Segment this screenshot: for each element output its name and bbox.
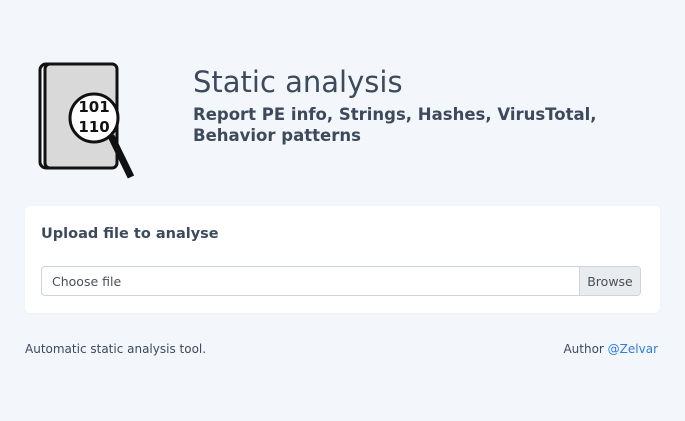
file-input[interactable]: Choose file Browse xyxy=(41,266,641,296)
upload-title: Upload file to analyse xyxy=(41,226,219,242)
page-subtitle: Report PE info, Strings, Hashes, VirusTo… xyxy=(193,105,597,145)
logo-text-line1: 101 xyxy=(78,98,109,116)
author-link[interactable]: @Zelvar xyxy=(608,342,658,356)
page-title: Static analysis xyxy=(193,65,403,99)
logo-text-line2: 110 xyxy=(78,118,109,136)
author-label: Author xyxy=(563,342,604,356)
upload-card: Upload file to analyse Choose file Brows… xyxy=(25,206,660,313)
footer-description: Automatic static analysis tool. xyxy=(25,342,207,356)
browse-button[interactable]: Browse xyxy=(579,267,640,295)
footer-author: Author @Zelvar xyxy=(563,340,658,358)
page: 101 110 Static analysis Report PE info, … xyxy=(0,0,685,421)
binary-magnifier-icon: 101 110 xyxy=(38,62,135,179)
header: 101 110 Static analysis Report PE info, … xyxy=(0,0,685,200)
file-input-label: Choose file xyxy=(52,274,122,289)
